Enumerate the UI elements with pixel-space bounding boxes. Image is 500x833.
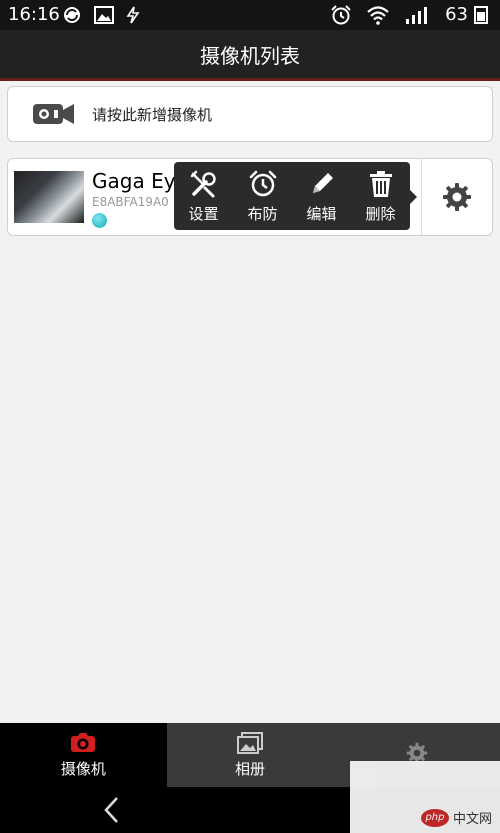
settings-action-button[interactable]: 设置	[174, 162, 233, 230]
camera-id: E8ABFA19A0	[92, 195, 169, 209]
delete-action-button[interactable]: 删除	[351, 162, 410, 230]
add-camera-button[interactable]: 请按此新增摄像机	[7, 86, 493, 142]
title-bar: 摄像机列表	[0, 30, 500, 81]
watermark: php 中文网	[350, 761, 500, 833]
battery-level: 63	[445, 4, 468, 25]
pencil-icon	[312, 172, 333, 193]
gallery-icon	[237, 731, 263, 754]
edit-action-label: 编辑	[306, 204, 337, 223]
alarm-icon	[331, 5, 351, 25]
delete-action-label: 删除	[365, 204, 396, 223]
image-icon	[94, 6, 114, 24]
alarm-clock-icon	[249, 170, 276, 196]
php-logo-mark: php	[420, 808, 449, 827]
back-button[interactable]	[96, 795, 126, 825]
video-camera-icon	[32, 100, 78, 128]
camera-thumbnail[interactable]	[14, 171, 84, 223]
battery-icon	[474, 5, 488, 24]
gear-icon	[443, 183, 471, 211]
edit-action-button[interactable]: 编辑	[292, 162, 351, 230]
camera-action-popup: 设置 布防 编辑 删除	[174, 162, 417, 230]
wifi-icon	[367, 6, 389, 25]
tab-album[interactable]: 相册	[166, 723, 334, 787]
add-camera-label: 请按此新增摄像机	[92, 105, 213, 124]
tab-album-label: 相册	[235, 759, 266, 778]
watermark-text: 中文网	[452, 812, 492, 827]
sync-icon	[64, 7, 80, 23]
tab-cameras-label: 摄像机	[60, 759, 106, 778]
arm-action-label: 布防	[247, 204, 278, 223]
battery-indicator: 63	[445, 4, 488, 25]
signal-icon	[406, 7, 427, 24]
status-left-icons	[62, 6, 140, 24]
camera-settings-button[interactable]	[421, 159, 492, 235]
back-arrow-icon	[104, 797, 118, 823]
online-status-dot	[92, 213, 107, 228]
status-time: 16:16	[8, 4, 60, 25]
settings-action-label: 设置	[188, 204, 219, 223]
tab-cameras[interactable]: 摄像机	[0, 723, 167, 787]
php-logo: php 中文网	[420, 808, 492, 827]
trash-icon	[369, 170, 392, 197]
wrench-icon	[190, 170, 216, 197]
page-title: 摄像机列表	[200, 43, 300, 68]
status-right-icons	[330, 5, 428, 25]
camera-icon	[71, 732, 96, 752]
status-bar: 16:16 63	[0, 0, 500, 30]
flash-icon	[126, 6, 140, 24]
arm-action-button[interactable]: 布防	[233, 162, 292, 230]
